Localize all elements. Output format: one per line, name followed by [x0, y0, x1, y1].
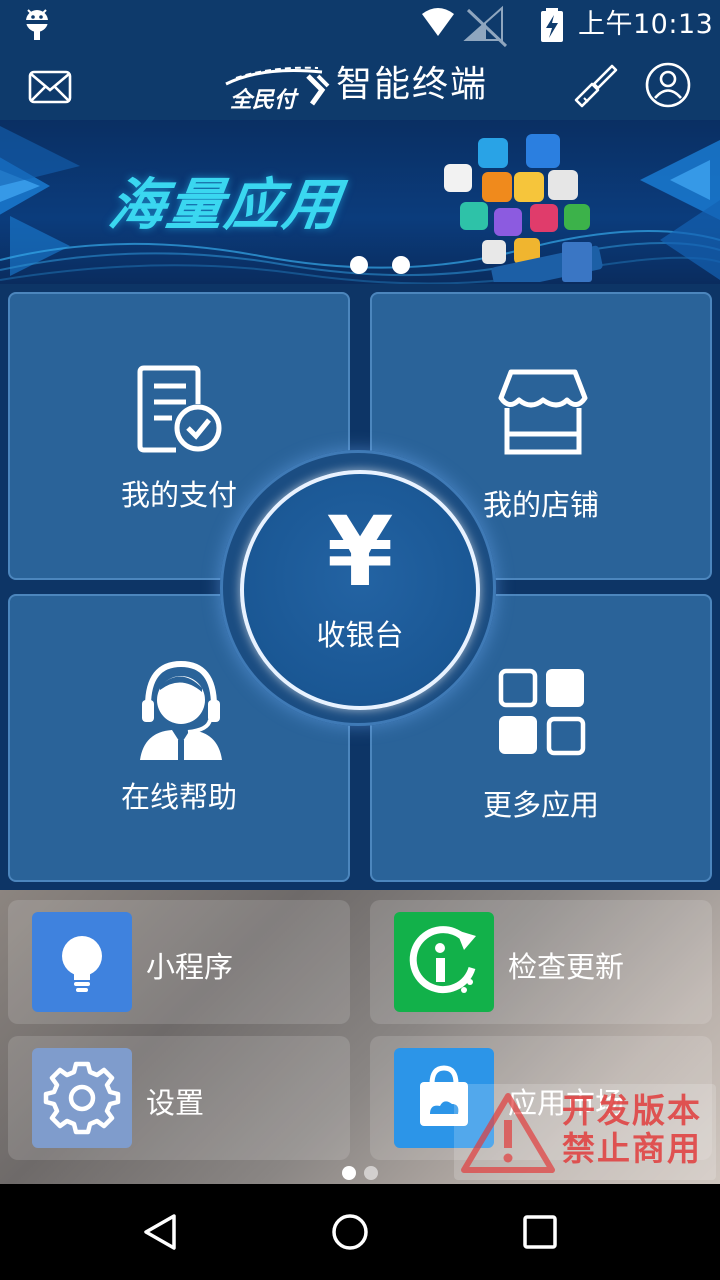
home-icon[interactable]	[330, 1212, 370, 1252]
status-time: 上午10:13	[578, 9, 714, 40]
support-agent-icon	[140, 660, 222, 760]
payment-list-icon	[137, 365, 222, 453]
app-icons-illustration	[444, 134, 603, 282]
shortcut-label: 检查更新	[508, 950, 625, 984]
recents-icon[interactable]	[520, 1212, 560, 1252]
tile-label: 在线帮助	[120, 780, 237, 814]
shortcut-icon-bg	[32, 1048, 132, 1148]
gear-icon	[43, 1061, 121, 1135]
shortcut-label: 设置	[146, 1086, 205, 1120]
app-title: 智能终端	[336, 64, 489, 105]
brand-logo-text: 全民付	[230, 88, 297, 113]
triangle-decoration	[640, 140, 720, 280]
android-icon	[26, 9, 48, 40]
banner-page-dot[interactable]	[350, 256, 368, 274]
lightbulb-icon	[62, 936, 102, 992]
mail-icon[interactable]	[28, 70, 72, 104]
back-icon[interactable]	[140, 1212, 180, 1252]
shortcut-icon-bg	[32, 912, 132, 1012]
brush-icon[interactable]	[572, 62, 620, 110]
app-header: 全民付 智能终端	[0, 52, 720, 120]
update-info-icon	[409, 926, 476, 994]
status-bar: 上午10:13	[0, 0, 720, 52]
shortcut-mini-program[interactable]: 小程序	[8, 900, 350, 1024]
tile-label: 更多应用	[482, 788, 599, 822]
system-nav-bar	[0, 1184, 720, 1280]
store-icon	[498, 369, 588, 455]
main-grid: 我的支付 我的店铺 在线帮助 更多应用 ¥ 收银台	[0, 284, 720, 890]
banner-page-dot[interactable]	[392, 256, 410, 274]
cashier-label: 收银台	[316, 618, 404, 652]
shortcut-page-dot[interactable]	[342, 1166, 356, 1180]
brand-logo: 全民付	[222, 62, 332, 113]
banner-headline: 海量应用	[104, 173, 346, 238]
shortcut-check-update[interactable]: 检查更新	[370, 900, 712, 1024]
warning-icon	[461, 1093, 555, 1173]
watermark-line1: 开发版本	[562, 1091, 702, 1130]
dev-version-watermark: 开发版本 禁止商用	[454, 1084, 716, 1180]
wifi-icon	[422, 8, 454, 36]
apps-grid-icon	[498, 668, 586, 756]
battery-charging-icon	[541, 8, 563, 42]
shortcut-page-dot[interactable]	[364, 1166, 378, 1180]
yen-icon: ¥	[326, 496, 394, 608]
watermark-line2: 禁止商用	[562, 1129, 702, 1168]
shortcut-label: 小程序	[146, 950, 234, 984]
shortcuts-panel: 小程序 检查更新 设置 应用市场 开发版本 禁止商用	[0, 890, 720, 1184]
cashier-button[interactable]: ¥ 收银台	[240, 470, 480, 710]
user-icon[interactable]	[644, 61, 692, 109]
watermark-text: 开发版本 禁止商用	[562, 1092, 702, 1168]
shortcut-settings[interactable]: 设置	[8, 1036, 350, 1160]
no-signal-icon	[463, 5, 508, 48]
shortcut-icon-bg	[394, 912, 494, 1012]
